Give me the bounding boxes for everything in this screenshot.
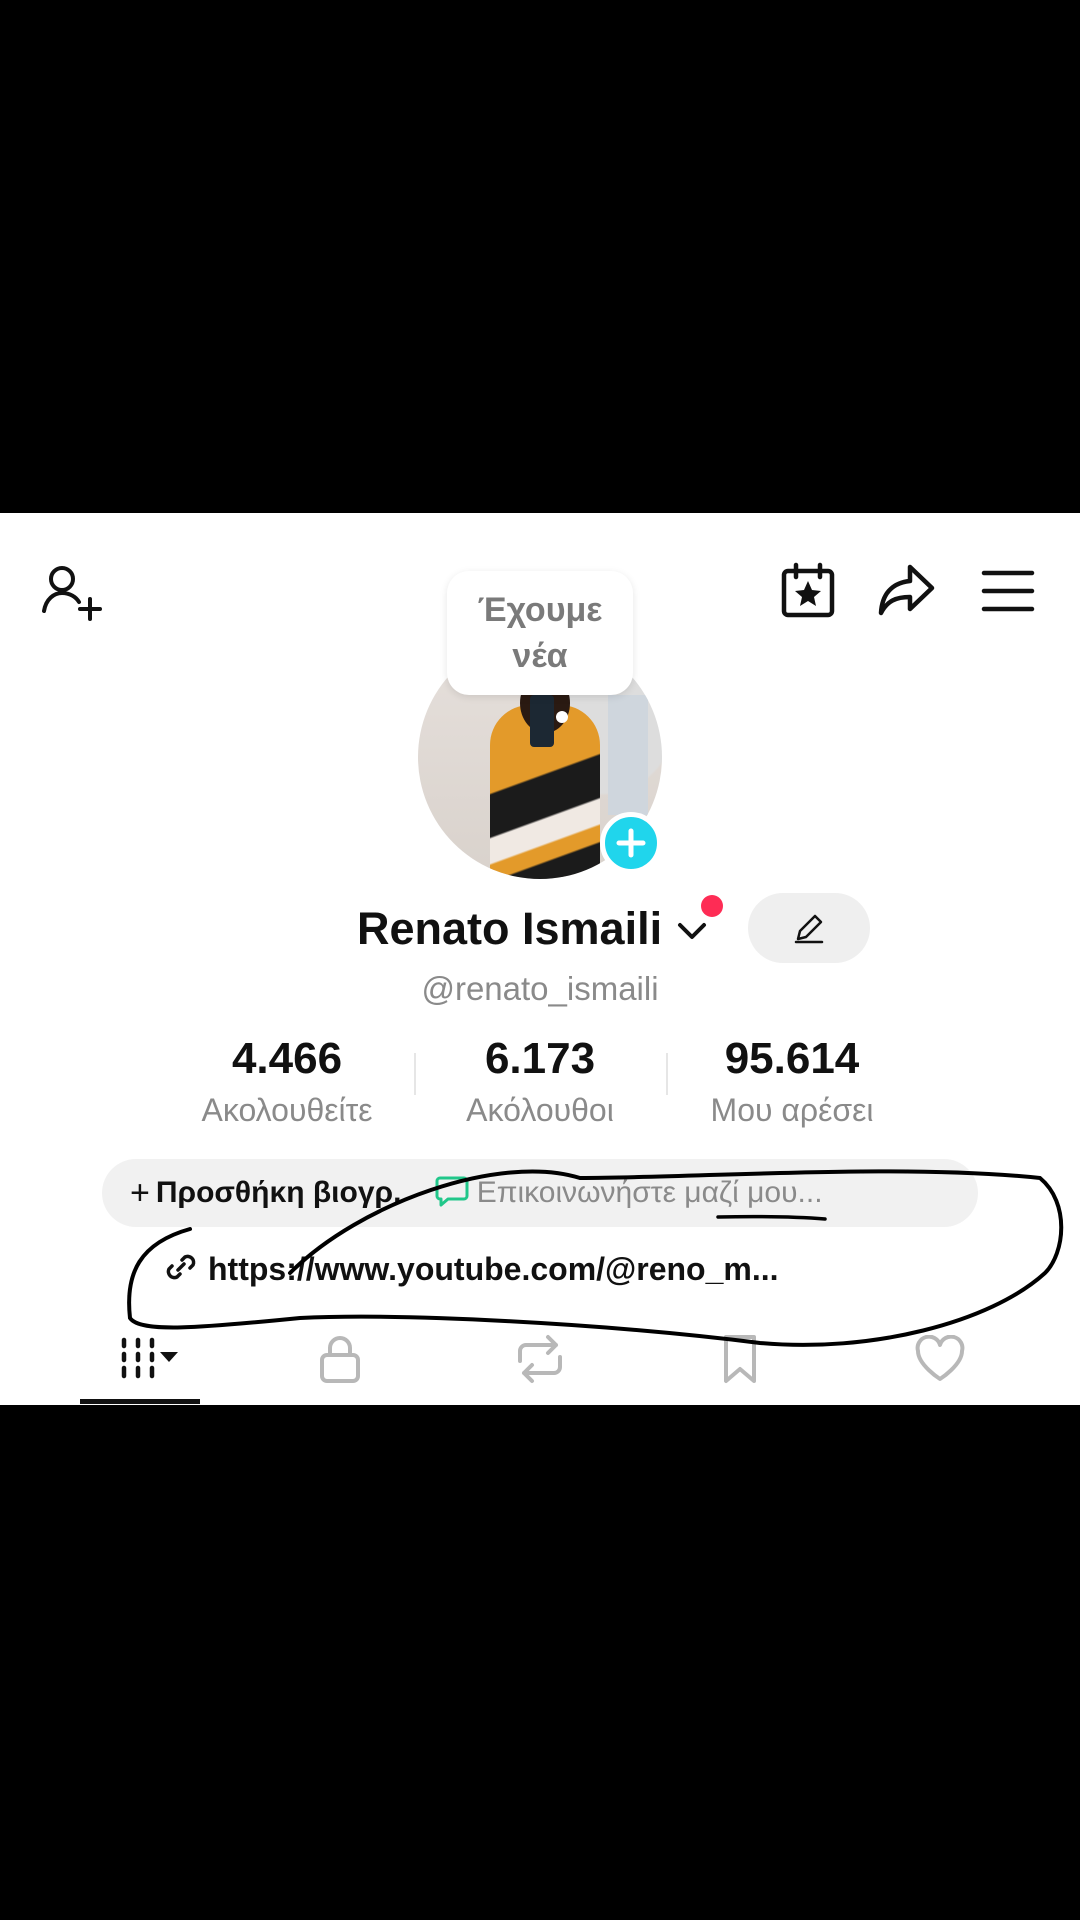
pencil-icon bbox=[794, 914, 824, 944]
tab-saved[interactable] bbox=[700, 1313, 780, 1405]
stat-likes: 95.614 Μου αρέσει bbox=[672, 1031, 912, 1133]
link-text: https://www.youtube.com/@reno_m... bbox=[208, 1250, 779, 1287]
share-icon[interactable] bbox=[876, 559, 938, 621]
divider bbox=[414, 1053, 416, 1095]
stat-followers[interactable]: 6.173 Ακόλουθοι bbox=[420, 1031, 660, 1133]
profile-panel: Έχουμε νέα Renato Ismaili @renato_ismail… bbox=[0, 513, 1080, 1405]
profile-link[interactable]: https://www.youtube.com/@reno_m... bbox=[164, 1241, 779, 1297]
link-icon bbox=[164, 1250, 198, 1289]
add-user-icon[interactable] bbox=[38, 559, 104, 625]
profile-handle: @renato_ismaili bbox=[421, 970, 659, 1007]
chat-bubble-icon bbox=[435, 1175, 469, 1212]
stat-label: Μου αρέσει bbox=[710, 1092, 874, 1128]
bio-pill[interactable]: + Προσθήκη βιογρ. · Επικοινωνήστε μαζί μ… bbox=[102, 1159, 978, 1227]
news-bubble-text: Έχουμε νέα bbox=[477, 591, 603, 675]
bookmark-icon bbox=[724, 1335, 756, 1383]
add-bio-plus: + bbox=[130, 1173, 150, 1212]
contact-me-link[interactable]: Επικοινωνήστε μαζί μου... bbox=[477, 1176, 823, 1210]
grid-icon bbox=[121, 1337, 178, 1379]
tab-private[interactable] bbox=[300, 1313, 380, 1405]
stat-label: Ακόλουθοι bbox=[466, 1092, 614, 1128]
tab-liked[interactable] bbox=[900, 1313, 980, 1405]
add-story-button[interactable] bbox=[600, 812, 662, 874]
bubble-pointer-dot bbox=[556, 711, 568, 723]
news-bubble[interactable]: Έχουμε νέα bbox=[447, 571, 633, 695]
tab-videos[interactable] bbox=[80, 1313, 200, 1405]
tab-reposts[interactable] bbox=[500, 1313, 580, 1405]
menu-icon[interactable] bbox=[980, 563, 1036, 619]
plus-icon bbox=[616, 828, 646, 858]
notification-dot bbox=[701, 895, 723, 917]
calendar-star-icon[interactable] bbox=[778, 561, 838, 621]
divider bbox=[666, 1053, 668, 1095]
active-tab-indicator bbox=[80, 1399, 200, 1404]
stat-following[interactable]: 4.466 Ακολουθείτε bbox=[167, 1031, 407, 1133]
lock-icon bbox=[320, 1336, 360, 1383]
heart-icon bbox=[915, 1335, 965, 1381]
separator-dot: · bbox=[413, 1177, 423, 1208]
stat-value: 4.466 bbox=[231, 1034, 343, 1083]
profile-name[interactable]: Renato Ismaili bbox=[357, 899, 662, 959]
stat-label: Ακολουθείτε bbox=[201, 1092, 373, 1128]
stat-value: 95.614 bbox=[724, 1034, 860, 1083]
chevron-down-icon[interactable] bbox=[674, 913, 710, 949]
edit-profile-button[interactable] bbox=[748, 893, 870, 963]
stat-value: 6.173 bbox=[484, 1034, 596, 1083]
repost-icon bbox=[518, 1335, 562, 1383]
add-bio-button[interactable]: Προσθήκη βιογρ. bbox=[156, 1176, 402, 1210]
